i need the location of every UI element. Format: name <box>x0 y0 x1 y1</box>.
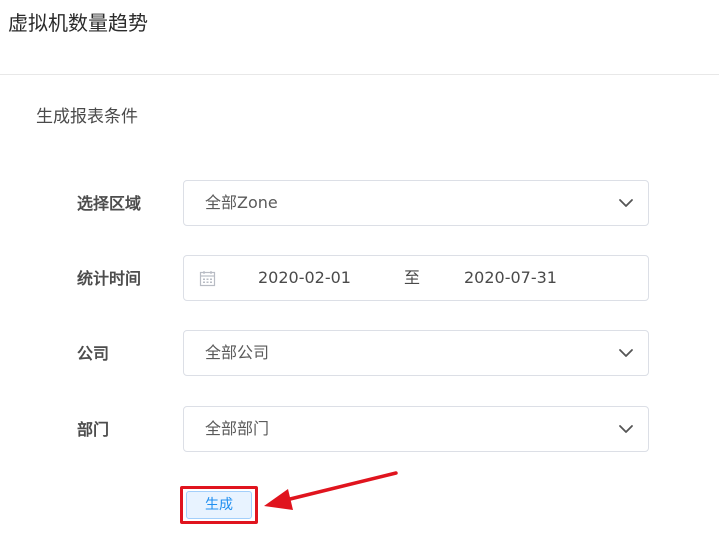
region-label: 选择区域 <box>77 194 142 213</box>
generate-button[interactable]: 生成 <box>186 491 252 519</box>
chevron-down-icon <box>619 349 633 357</box>
page-title: 虚拟机数量趋势 <box>8 11 148 35</box>
department-select-value: 全部部门 <box>205 419 270 438</box>
title-divider <box>0 74 719 75</box>
chevron-down-icon <box>619 425 633 433</box>
company-select[interactable]: 全部公司 <box>183 330 649 376</box>
region-select[interactable]: 全部Zone <box>183 180 649 226</box>
end-date-input[interactable]: 2020-07-31 <box>464 256 557 300</box>
company-label: 公司 <box>77 344 110 363</box>
period-label: 统计时间 <box>77 269 142 288</box>
start-date-input[interactable]: 2020-02-01 <box>258 256 351 300</box>
chevron-down-icon <box>619 199 633 207</box>
section-title: 生成报表条件 <box>36 107 138 127</box>
department-label: 部门 <box>77 420 110 439</box>
calendar-icon <box>199 271 216 287</box>
region-select-value: 全部Zone <box>205 193 278 212</box>
department-select[interactable]: 全部部门 <box>183 406 649 452</box>
page: 虚拟机数量趋势 生成报表条件 选择区域 全部Zone 统计时间 2020-02-… <box>0 0 719 547</box>
date-range-picker[interactable]: 2020-02-01 至 2020-07-31 <box>183 255 649 301</box>
red-arrow-icon <box>264 471 398 510</box>
date-range-separator: 至 <box>404 268 421 287</box>
company-select-value: 全部公司 <box>205 343 270 362</box>
